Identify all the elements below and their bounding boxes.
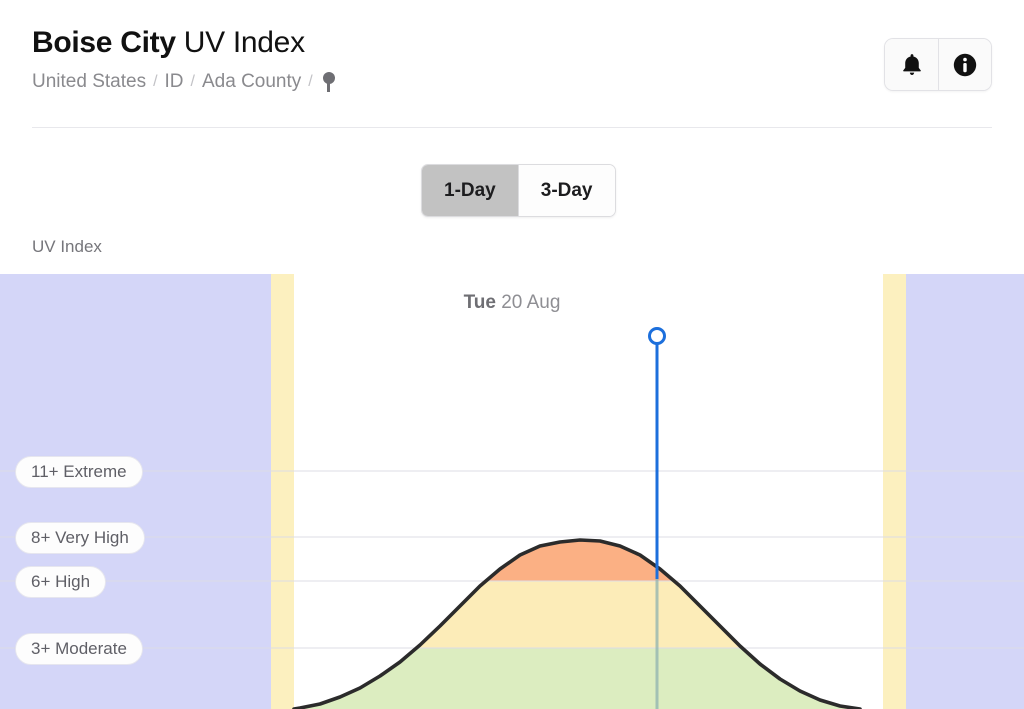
page-title: Boise City UV Index (32, 26, 305, 60)
range-toggle-group: 1-Day 3-Day (421, 164, 616, 217)
breadcrumb-separator: / (190, 73, 195, 90)
breadcrumb: United States / ID / Ada County / (32, 71, 336, 93)
header-button-group (884, 38, 992, 91)
bell-icon (902, 53, 921, 75)
breadcrumb-item-country[interactable]: United States (32, 71, 146, 93)
breadcrumb-separator: / (153, 73, 158, 90)
level-pill-extreme: 11+ Extreme (15, 456, 143, 488)
uv-index-page: Boise City UV Index United States / ID /… (0, 0, 1024, 709)
page-title-city: Boise City (32, 26, 176, 59)
night-band-right (906, 274, 1024, 709)
info-button[interactable] (938, 39, 991, 90)
notifications-button[interactable] (885, 39, 938, 90)
toggle-1-day[interactable]: 1-Day (422, 165, 518, 216)
chart-axis-label: UV Index (32, 237, 102, 256)
breadcrumb-item-county[interactable]: Ada County (202, 71, 301, 93)
toggle-3-day[interactable]: 3-Day (517, 165, 615, 216)
level-pill-very-high: 8+ Very High (15, 522, 145, 554)
level-pill-moderate: 3+ Moderate (15, 633, 143, 665)
page-title-metric: UV Index (183, 26, 305, 59)
map-pin-icon[interactable] (322, 71, 336, 93)
twilight-band-dusk (883, 274, 906, 709)
marker-handle[interactable] (648, 327, 666, 345)
header-divider (32, 127, 992, 128)
uv-index-chart[interactable]: Tue 20 Aug (0, 274, 1024, 709)
level-pill-high: 6+ High (15, 566, 107, 598)
breadcrumb-separator: / (308, 73, 313, 90)
map-pin-stem (327, 81, 331, 92)
twilight-band-dawn (271, 274, 294, 709)
page-header: Boise City UV Index United States / ID /… (0, 0, 1024, 128)
chart-canvas (0, 274, 1024, 709)
breadcrumb-item-state[interactable]: ID (165, 71, 184, 93)
info-circle-icon (953, 53, 977, 76)
